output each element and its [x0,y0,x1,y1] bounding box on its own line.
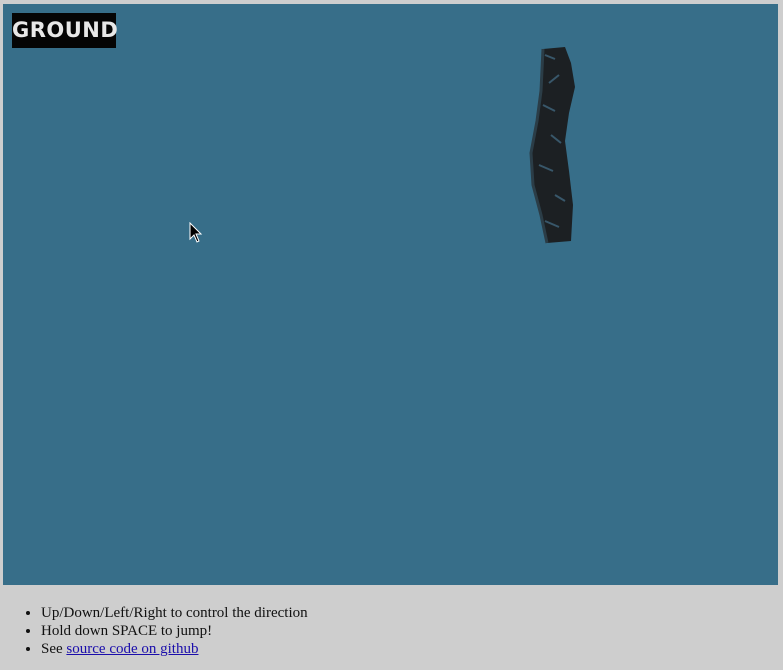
instruction-direction: Up/Down/Left/Right to control the direct… [41,604,308,622]
instruction-source-prefix: See [41,641,63,657]
game-canvas[interactable]: GROUND [3,4,778,585]
instruction-source: See source code on github [41,640,308,658]
github-source-link[interactable]: source code on github [66,641,198,657]
player-trail [529,47,575,244]
ground-status-badge: GROUND [12,13,118,48]
trail-stroke [531,47,575,243]
instruction-jump: Hold down SPACE to jump! [41,622,308,640]
mouse-cursor-icon [189,222,203,243]
instructions-list: Up/Down/Left/Right to control the direct… [0,604,308,658]
